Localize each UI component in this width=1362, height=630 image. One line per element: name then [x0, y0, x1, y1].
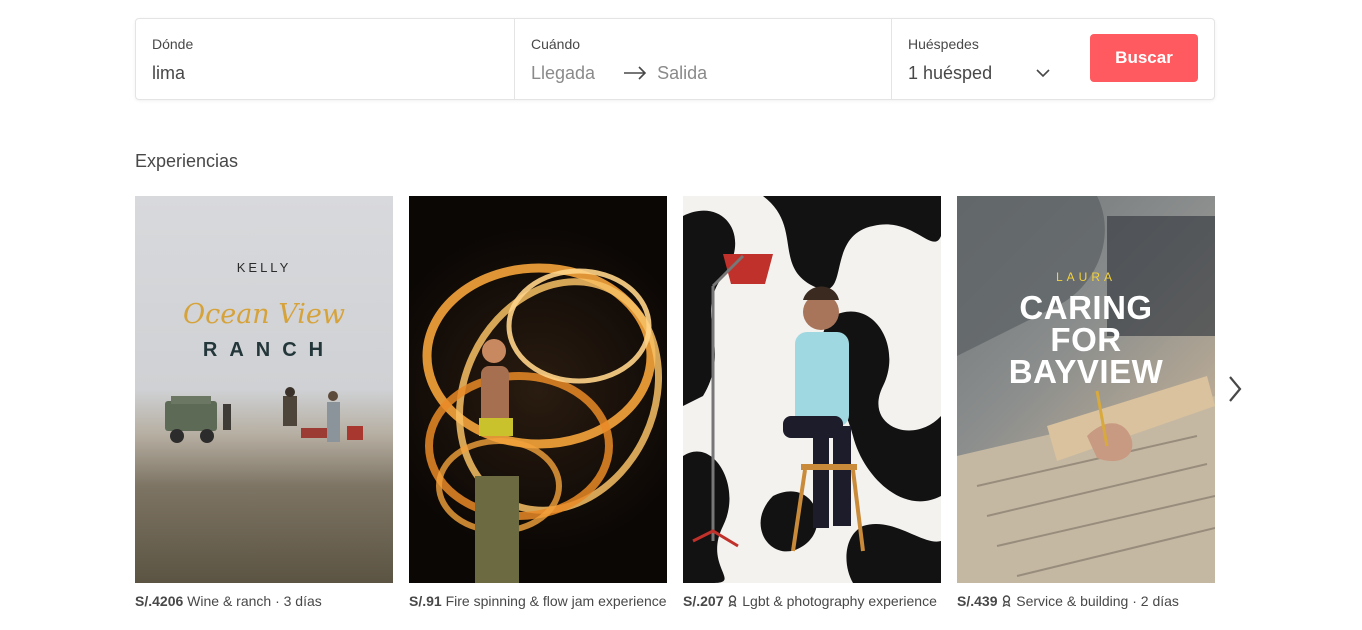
card-description: Lgbt & photography experience: [742, 593, 937, 609]
experience-image[interactable]: [683, 196, 941, 583]
card-caption: S/.207 Lgbt & photography experience: [683, 592, 941, 610]
where-input[interactable]: [152, 63, 482, 84]
when-field: Cuándo Llegada Salida: [514, 19, 891, 99]
experience-card[interactable]: S/.91 Fire spinning & flow jam experienc…: [409, 196, 667, 610]
card-price: S/.207: [683, 593, 724, 609]
card-price: S/.4206: [135, 593, 184, 609]
guests-value: 1 huésped: [908, 63, 993, 83]
checkout-input[interactable]: Salida: [657, 62, 707, 84]
fire-spinning-illustration: [422, 263, 662, 583]
experience-card[interactable]: LAURA CARING FOR BAYVIEW S/.439 Service …: [957, 196, 1215, 610]
chevron-down-icon[interactable]: [1036, 69, 1050, 78]
search-bar: Dónde Cuándo Llegada Salida Huéspedes 1 …: [135, 18, 1215, 100]
experience-card[interactable]: S/.207 Lgbt & photography experience: [683, 196, 941, 610]
when-label: Cuándo: [531, 36, 581, 52]
card-description: Fire spinning & flow jam experience: [445, 593, 667, 609]
arrow-right-icon: [624, 66, 647, 80]
section-title: Experiencias: [135, 151, 239, 171]
experience-image[interactable]: [409, 196, 667, 583]
portrait-illustration: [683, 196, 941, 583]
ranch-scene-illustration: [165, 387, 363, 443]
image-title-line: CARING: [1019, 289, 1153, 326]
search-button[interactable]: Buscar: [1090, 34, 1198, 82]
image-title-line: FOR: [1050, 321, 1122, 358]
ribbon-icon: [1003, 595, 1011, 607]
experience-card[interactable]: KELLY Ocean View RANCH S/.4206 Wine & ra…: [135, 196, 393, 610]
experience-image[interactable]: LAURA CARING FOR BAYVIEW: [957, 196, 1215, 583]
image-title-line: BAYVIEW: [1008, 353, 1164, 390]
card-description: Service & building · 2 días: [1016, 593, 1179, 609]
checkin-input[interactable]: Llegada: [531, 62, 595, 84]
where-field[interactable]: Dónde: [136, 19, 514, 99]
experience-image[interactable]: KELLY Ocean View RANCH: [135, 196, 393, 583]
experience-cards: KELLY Ocean View RANCH S/.4206 Wine & ra…: [135, 196, 1215, 630]
image-title: CARING FOR BAYVIEW: [957, 289, 1215, 390]
ribbon-icon: [729, 595, 737, 607]
card-price: S/.439: [957, 593, 998, 609]
image-host-name: LAURA: [1055, 270, 1116, 284]
card-description: Wine & ranch · 3 días: [187, 593, 322, 609]
card-caption: S/.439 Service & building · 2 días: [957, 592, 1215, 610]
where-label: Dónde: [152, 36, 194, 52]
card-price: S/.91: [409, 593, 442, 609]
card-caption: S/.91 Fire spinning & flow jam experienc…: [409, 592, 667, 610]
card-caption: S/.4206 Wine & ranch · 3 días: [135, 592, 393, 610]
chevron-right-icon[interactable]: [1225, 374, 1245, 404]
guests-field[interactable]: Huéspedes 1 huésped Buscar: [891, 19, 1214, 99]
